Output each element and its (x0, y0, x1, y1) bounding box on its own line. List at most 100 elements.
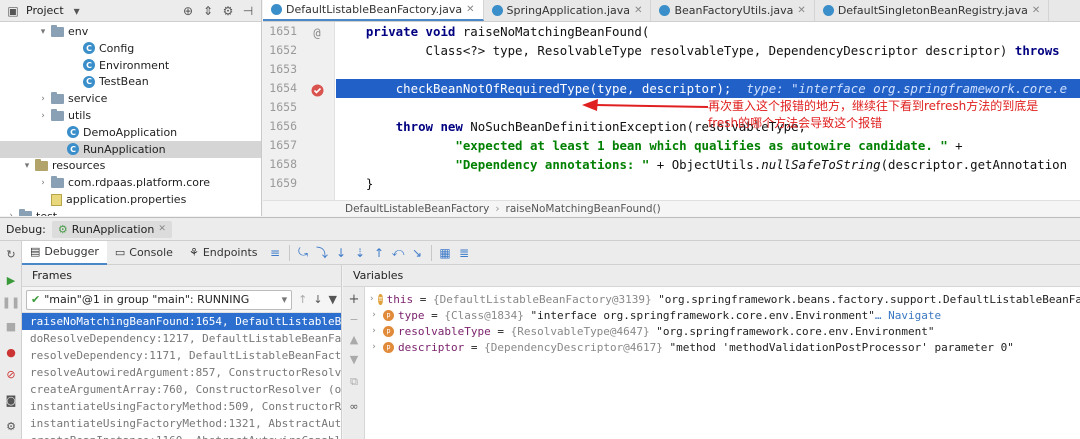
mute-breakpoints-icon[interactable]: ⊘ (4, 367, 18, 381)
arrow-up-icon[interactable]: ↑ (298, 293, 307, 306)
tree-item-env[interactable]: ▾ env (0, 23, 261, 40)
frame-row[interactable]: resolveDependency:1171, DefaultListableB… (22, 347, 341, 364)
code-string: "expected at least 1 bean which qualifie… (455, 138, 948, 153)
close-icon[interactable]: ✕ (1032, 5, 1040, 16)
arrow-down-icon[interactable]: ↓ (313, 293, 322, 306)
navigate-link[interactable]: … Navigate (875, 307, 941, 324)
frame-row[interactable]: instantiateUsingFactoryMethod:509, Const… (22, 398, 341, 415)
code-line-1651[interactable]: private void raiseNoMatchingBeanFound( (336, 22, 1080, 41)
frame-row[interactable]: createBeanInstance:1160, AbstractAutowir… (22, 432, 341, 439)
close-icon[interactable]: ✕ (158, 224, 166, 234)
code-line-1657[interactable]: "expected at least 1 bean which qualifie… (336, 136, 1080, 155)
evaluate-expression-icon[interactable]: ▦ (437, 244, 454, 261)
chevron-right-icon[interactable]: › (369, 291, 374, 308)
editor-tab[interactable]: DefaultListableBeanFactory.java ✕ (263, 0, 484, 21)
chevron-down-icon[interactable]: ▾ (38, 27, 48, 37)
chevron-right-icon[interactable]: › (369, 307, 379, 324)
chevron-right-icon[interactable]: › (369, 339, 379, 356)
step-into-icon[interactable]: ↓ (333, 244, 350, 261)
step-over-icon[interactable]: ⤵ (314, 244, 331, 261)
frame-row[interactable]: raiseNoMatchingBeanFound:1654, DefaultLi… (22, 313, 341, 330)
frame-row[interactable]: resolveAutowiredArgument:857, Constructo… (22, 364, 341, 381)
tree-item-testbean[interactable]: C TestBean (0, 73, 261, 90)
step-out-icon[interactable]: ↑ (371, 244, 388, 261)
settings-icon[interactable]: ⚙ (4, 419, 18, 433)
collapse-icon[interactable]: ⇕ (201, 4, 215, 18)
pause-icon[interactable]: ❚❚ (2, 295, 20, 309)
tree-item-com-rdpaas-platform-core[interactable]: › com.rdpaas.platform.core (0, 174, 261, 191)
camera-icon[interactable]: ◙ (4, 393, 18, 407)
close-icon[interactable]: ✕ (634, 5, 642, 16)
tree-item-environment[interactable]: C Environment (0, 57, 261, 74)
debug-tab-debugger[interactable]: ▤ Debugger (22, 240, 107, 265)
drop-frame-icon[interactable]: ⤺ (390, 244, 407, 261)
variable-row[interactable]: › p type = {Class@1834} "interface org.spr… (365, 307, 1080, 324)
chevron-right-icon[interactable]: › (6, 211, 16, 216)
editor-tab[interactable]: BeanFactoryUtils.java ✕ (651, 0, 815, 21)
tree-item-runapplication[interactable]: C RunApplication (0, 140, 261, 158)
run-to-cursor-icon[interactable]: ↘ (409, 244, 426, 261)
more-tabs-icon[interactable]: ≡ (267, 244, 284, 261)
code-line-1652[interactable]: Class<?> type, ResolvableType resolvable… (336, 41, 1080, 60)
tree-item-test[interactable]: › test (0, 208, 261, 216)
chevron-right-icon[interactable]: › (38, 111, 48, 121)
code-line-1654-current[interactable]: checkBeanNotOfRequiredType(type, descrip… (336, 79, 1080, 98)
chevron-right-icon[interactable]: › (369, 323, 379, 340)
tree-item-utils[interactable]: › utils (0, 107, 261, 124)
project-title[interactable]: Project (26, 4, 64, 17)
variable-row[interactable]: › ≡ this = {DefaultListableBeanFactory@313… (365, 291, 1080, 308)
copy-icon[interactable]: ⧉ (347, 375, 361, 389)
view-breakpoints-icon[interactable]: ● (4, 345, 18, 359)
move-up-icon[interactable]: ▲ (347, 332, 361, 346)
tree-item-service[interactable]: › service (0, 90, 261, 107)
debug-tab-console[interactable]: ▭ Console (107, 241, 181, 265)
tree-item-label: service (68, 92, 108, 106)
stop-icon[interactable]: ■ (4, 319, 18, 333)
show-execution-point-icon[interactable]: ⤿ (295, 244, 312, 261)
variable-row[interactable]: › p resolvableType = {ResolvableType@4647}… (365, 323, 1080, 340)
folder-icon (51, 24, 64, 37)
endpoints-icon: ⚘ (188, 246, 199, 259)
debug-run-tab[interactable]: ⚙ RunApplication ✕ (51, 220, 172, 238)
tree-item-config[interactable]: C Config (0, 40, 261, 57)
close-icon[interactable]: ✕ (797, 5, 805, 16)
locate-icon[interactable]: ⊕ (181, 4, 195, 18)
debug-tab-endpoints[interactable]: ⚘ Endpoints (181, 241, 266, 265)
code-line-1658[interactable]: "Dependency annotations: " + ObjectUtils… (336, 155, 1080, 174)
resume-icon[interactable]: ▶ (4, 273, 18, 287)
hide-icon[interactable]: ⊣ (241, 4, 255, 18)
trace-icon[interactable]: ≣ (456, 244, 473, 261)
override-marker-icon[interactable]: @ (310, 26, 324, 40)
breakpoint-icon[interactable] (310, 83, 324, 97)
frame-row[interactable]: doResolveDependency:1217, DefaultListabl… (22, 330, 341, 347)
tree-item-demoapplication[interactable]: C DemoApplication (0, 124, 261, 141)
close-icon[interactable]: ✕ (466, 4, 474, 15)
frame-row[interactable]: instantiateUsingFactoryMethod:1321, Abst… (22, 415, 341, 432)
filter-icon[interactable]: ▼ (329, 293, 337, 306)
variable-row[interactable]: › p descriptor = {DependencyDescriptor@461… (365, 339, 1080, 356)
add-watch-icon[interactable]: + (347, 292, 361, 307)
frame-row[interactable]: createArgumentArray:760, ConstructorReso… (22, 381, 341, 398)
chevron-right-icon[interactable]: › (38, 178, 48, 188)
rerun-icon[interactable]: ↻ (4, 247, 18, 261)
chevron-down-icon[interactable]: ▾ (22, 161, 32, 171)
gear-icon[interactable]: ⚙ (221, 4, 235, 18)
breadcrumb-method[interactable]: raiseNoMatchingBeanFound() (506, 203, 661, 215)
code-line-1659[interactable]: } (336, 174, 1080, 193)
chevron-right-icon[interactable]: › (38, 94, 48, 104)
force-step-into-icon[interactable]: ⇣ (352, 244, 369, 261)
move-down-icon[interactable]: ▼ (347, 352, 361, 366)
code-text: + ObjectUtils. (649, 157, 762, 172)
tree-item-application-properties[interactable]: application.properties (0, 191, 261, 208)
editor-tab[interactable]: DefaultSingletonBeanRegistry.java ✕ (815, 0, 1050, 21)
glasses-icon[interactable]: ∞ (347, 399, 361, 413)
remove-watch-icon[interactable]: − (347, 312, 361, 326)
chevron-down-icon[interactable]: ▾ (70, 4, 84, 18)
breadcrumb-class[interactable]: DefaultListableBeanFactory (345, 203, 489, 215)
tree-item-resources[interactable]: ▾ resources (0, 157, 261, 174)
project-panel: ▣ Project ▾ ⊕ ⇕ ⚙ ⊣ ▾ env C Config C Environm… (0, 0, 262, 216)
thread-select[interactable]: ✔ "main"@1 in group "main": RUNNING ▾ (26, 289, 293, 310)
code-line-1653[interactable] (336, 60, 1080, 79)
editor-tab[interactable]: SpringApplication.java ✕ (484, 0, 652, 21)
tree-item-label: DemoApplication (83, 125, 178, 139)
